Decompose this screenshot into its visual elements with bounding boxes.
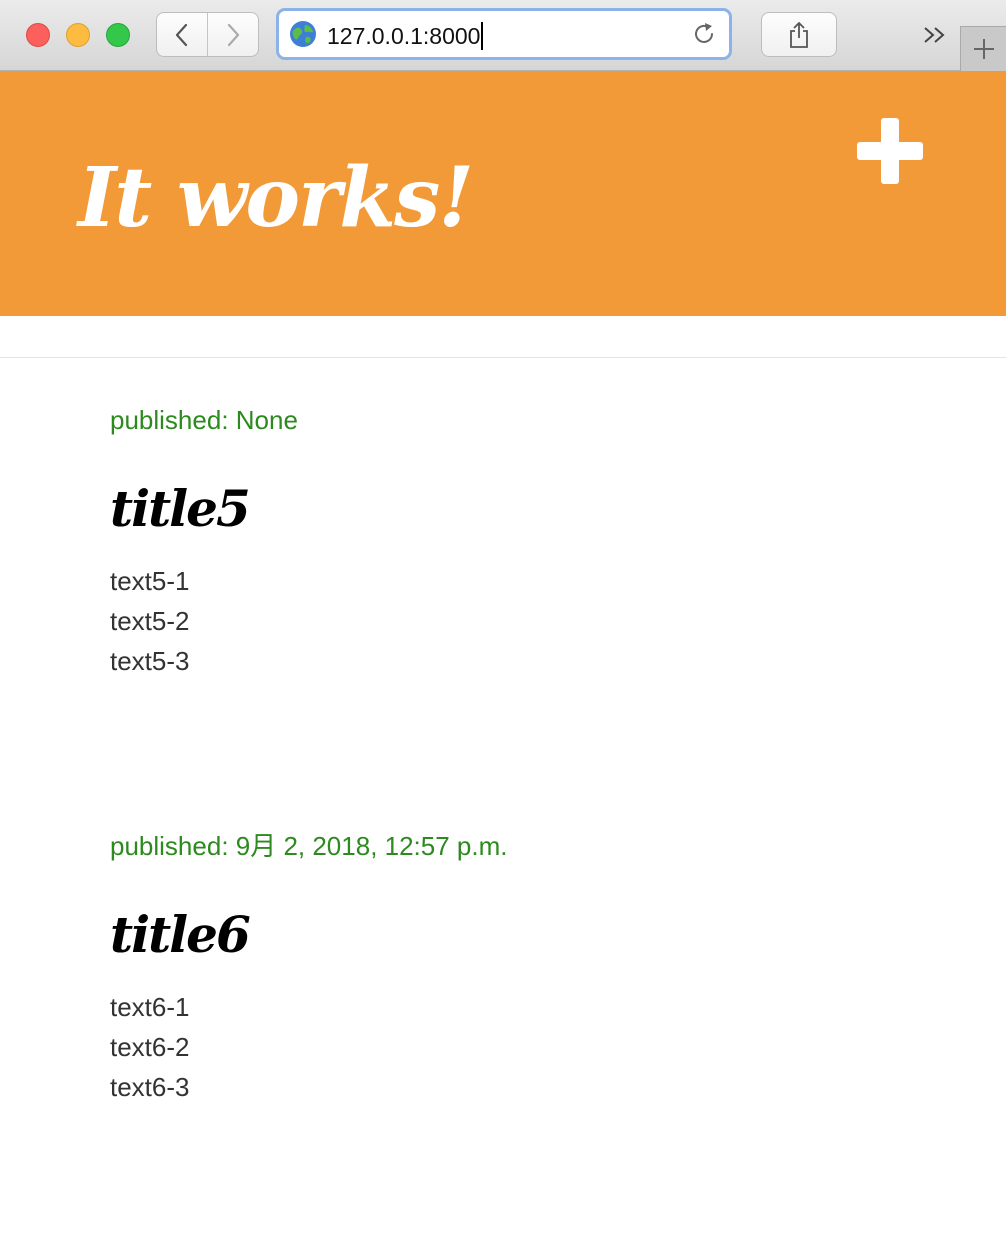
post-text-line: text6-1 [110,992,190,1022]
post: published: 9月 2, 2018, 12:57 p.m. title6… [110,829,950,1107]
post-date: published: None [110,405,298,435]
address-bar[interactable]: 127.0.0.1:8000 [276,8,732,60]
post-date: published: 9月 2, 2018, 12:57 p.m. [110,831,508,861]
post-title[interactable]: title6 [110,903,950,967]
reload-icon[interactable] [691,21,717,47]
forward-button[interactable] [207,13,258,56]
plus-icon[interactable] [857,118,923,184]
browser-window: 127.0.0.1:8000 It works! published: None… [0,0,1006,1236]
post-body: text6-1 text6-2 text6-3 [110,987,950,1107]
chevron-right-icon [227,23,240,46]
post-text-line: text5-1 [110,566,190,596]
post-text-line: text6-2 [110,1032,190,1062]
double-chevron-right-icon [924,27,945,43]
navigation-buttons [156,12,259,57]
post-title[interactable]: title5 [110,477,950,541]
post-text-line: text5-2 [110,606,190,636]
post-text-line: text6-3 [110,1072,190,1102]
maximize-window-button[interactable] [106,23,130,47]
globe-icon [290,21,316,47]
browser-toolbar: 127.0.0.1:8000 [0,0,1006,71]
post-body: text5-1 text5-2 text5-3 [110,561,950,681]
new-tab-button[interactable] [960,26,1006,71]
more-toolbar-items-button[interactable] [918,20,952,50]
chevron-left-icon [175,23,188,46]
share-button[interactable] [761,12,837,57]
minimize-window-button[interactable] [66,23,90,47]
post-text-line: text5-3 [110,646,190,676]
divider [0,357,1006,358]
back-button[interactable] [157,13,207,56]
page-header: It works! [0,71,1006,316]
close-window-button[interactable] [26,23,50,47]
site-title[interactable]: It works! [78,143,474,253]
plus-icon [973,39,994,59]
share-icon [790,21,808,48]
post: published: None title5 text5-1 text5-2 t… [110,403,950,681]
url-text[interactable]: 127.0.0.1:8000 [327,22,483,50]
